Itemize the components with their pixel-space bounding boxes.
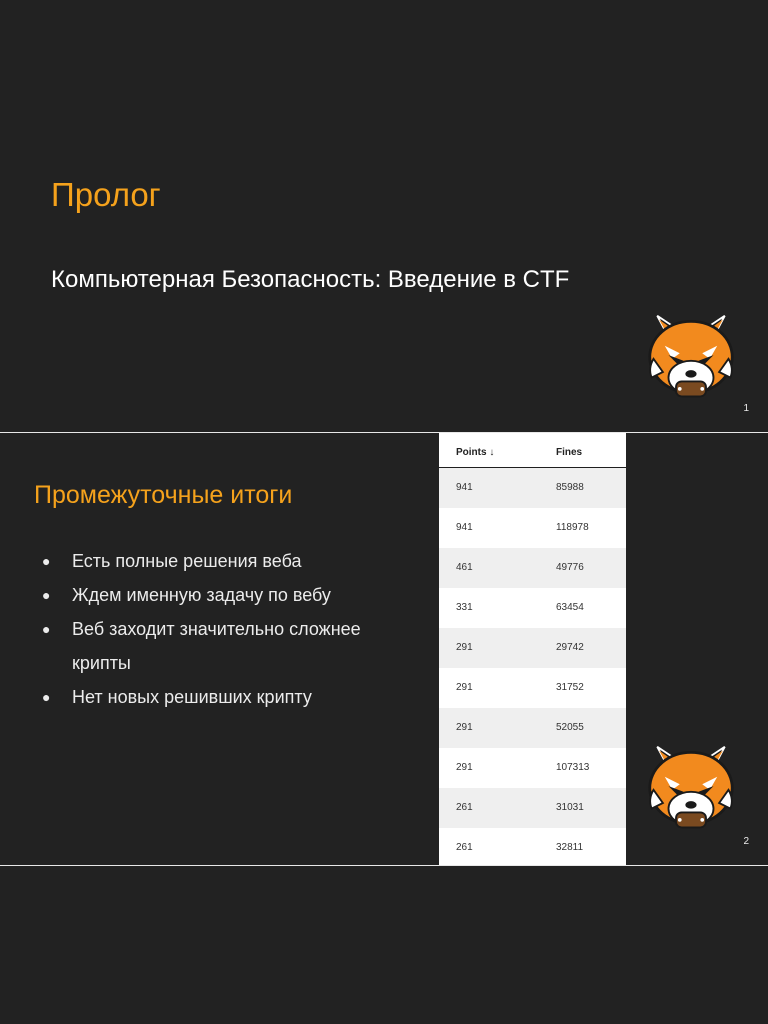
table-row: 261 32811 — [456, 842, 584, 853]
slide-1: Пролог Компьютерная Безопасность: Введен… — [0, 0, 768, 432]
table-row: 331 63454 — [456, 602, 584, 613]
scores-table: Points ↓ Fines 941 85988 941 118978 461 497… — [439, 433, 626, 865]
bullet-icon: ● — [42, 621, 51, 637]
table-row: 941 85988 — [439, 468, 626, 508]
red-panda-logo-icon — [648, 745, 734, 829]
slide-2: Промежуточные итоги ● Есть полные решения… — [0, 433, 768, 865]
bullet-item: ● Ждем именную задачу по вебу — [42, 578, 402, 612]
bullet-icon: ● — [42, 689, 51, 705]
slide-title: Пролог — [51, 176, 161, 213]
red-panda-logo-icon — [648, 314, 734, 398]
table-row: 291 107313 — [456, 762, 590, 773]
page-number: 1 — [743, 403, 749, 414]
bullet-item: ● Веб заходит значительно сложнее крипты — [42, 612, 402, 680]
empty-area — [0, 866, 768, 1024]
table-row: 291 52055 — [439, 708, 626, 748]
table-row: 291 31752 — [456, 682, 584, 693]
table-row: 261 31031 — [439, 788, 626, 828]
table-row: 461 49776 — [439, 548, 626, 588]
slide-title: Промежуточные итоги — [34, 481, 293, 509]
bullet-icon: ● — [42, 587, 51, 603]
table-row: 941 118978 — [456, 522, 589, 533]
column-header-points[interactable]: Points ↓ — [456, 433, 494, 473]
bullet-item: ● Есть полные решения веба — [42, 544, 402, 578]
column-header-fines[interactable]: Fines — [556, 433, 582, 473]
table-row: 291 29742 — [439, 628, 626, 668]
table-header: Points ↓ Fines — [439, 433, 626, 469]
bullet-list: ● Есть полные решения веба ● Ждем именную … — [42, 544, 402, 714]
page-number: 2 — [743, 836, 749, 847]
slide-subtitle: Компьютерная Безопасность: Введение в CT… — [51, 266, 570, 293]
bullet-item: ● Нет новых решивших крипту — [42, 680, 402, 714]
bullet-icon: ● — [42, 553, 51, 569]
